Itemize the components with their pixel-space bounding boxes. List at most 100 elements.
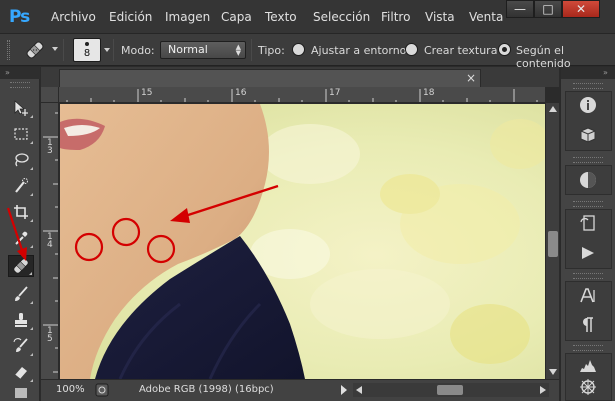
brush-tip-icon bbox=[85, 42, 89, 46]
tool-submenu-indicator bbox=[29, 272, 32, 275]
radio-create-texture[interactable] bbox=[405, 43, 418, 56]
horizontal-ruler[interactable]: 15 16 17 18 bbox=[59, 87, 545, 103]
marquee-tool[interactable] bbox=[8, 123, 34, 145]
info-panel-button[interactable] bbox=[573, 93, 603, 117]
menu-imagen[interactable]: Imagen bbox=[165, 10, 210, 24]
panel-dock-grip[interactable] bbox=[573, 273, 603, 279]
minimize-button[interactable]: — bbox=[506, 0, 534, 18]
menu-archivo[interactable]: Archivo bbox=[51, 10, 96, 24]
status-menu-arrow-icon[interactable] bbox=[341, 385, 347, 395]
document-tab[interactable]: × bbox=[59, 69, 481, 87]
maximize-icon: □ bbox=[542, 2, 554, 16]
radio-proximity-match[interactable] bbox=[292, 43, 305, 56]
ruler-label: 1 4 bbox=[47, 232, 53, 250]
ruler-label: 16 bbox=[235, 88, 247, 98]
clone-stamp-tool[interactable] bbox=[8, 309, 34, 331]
menu-filtro[interactable]: Filtro bbox=[381, 10, 410, 24]
adjustments-icon bbox=[580, 172, 596, 188]
ruler-origin[interactable] bbox=[41, 87, 59, 103]
gradient-tool[interactable] bbox=[8, 385, 34, 401]
brush-tool[interactable] bbox=[8, 283, 34, 305]
mode-label: Modo: bbox=[121, 44, 155, 57]
3d-cube-icon bbox=[580, 127, 596, 143]
menu-texto[interactable]: Texto bbox=[265, 10, 297, 24]
scroll-down-icon[interactable] bbox=[549, 369, 557, 375]
adjustments-panel-button[interactable] bbox=[573, 168, 603, 192]
mode-value: Normal bbox=[168, 43, 208, 56]
tool-submenu-indicator bbox=[30, 327, 33, 330]
menu-vista[interactable]: Vista bbox=[425, 10, 455, 24]
photo bbox=[60, 104, 545, 379]
paragraph-panel-button[interactable] bbox=[573, 313, 603, 337]
paragraph-icon bbox=[583, 317, 593, 332]
actions-panel-button[interactable] bbox=[573, 241, 603, 265]
history-brush-tool[interactable] bbox=[8, 335, 34, 357]
menu-bar: Ps Archivo Edición Imagen Capa Texto Sel… bbox=[0, 0, 615, 34]
navigator-panel-button[interactable] bbox=[573, 375, 603, 399]
ruler-label: 15 bbox=[141, 88, 153, 98]
close-button[interactable]: ✕ bbox=[562, 0, 600, 18]
radio-label-proximity: Ajustar a entorno bbox=[311, 44, 407, 57]
vertical-scrollbar[interactable] bbox=[545, 103, 559, 379]
scroll-up-icon[interactable] bbox=[549, 106, 557, 112]
eraser-tool[interactable] bbox=[8, 361, 34, 383]
move-tool[interactable] bbox=[8, 97, 34, 119]
chevron-down-icon[interactable] bbox=[104, 48, 110, 52]
photoshop-logo: Ps bbox=[9, 7, 30, 27]
annotation-arrow-red-toolbar bbox=[6, 207, 27, 261]
close-document-icon[interactable]: × bbox=[466, 71, 476, 85]
panel-dock-grip[interactable] bbox=[573, 157, 603, 163]
menu-seleccion[interactable]: Selección bbox=[313, 10, 370, 24]
document-info-icon[interactable] bbox=[95, 383, 109, 397]
scroll-left-icon[interactable] bbox=[356, 386, 362, 394]
brush-icon bbox=[15, 286, 28, 301]
panel-dock-grip[interactable] bbox=[573, 83, 603, 89]
actions-play-icon bbox=[582, 247, 594, 259]
history-panel-button[interactable] bbox=[573, 211, 603, 235]
vertical-scroll-thumb[interactable] bbox=[548, 231, 558, 257]
history-icon bbox=[580, 215, 595, 231]
history-brush-icon bbox=[13, 338, 28, 352]
panel-dock-collapse[interactable]: » bbox=[561, 67, 615, 79]
tools-panel-collapse[interactable]: » bbox=[0, 67, 40, 79]
tools-panel-grip[interactable] bbox=[10, 82, 30, 88]
panel-dock-grip[interactable] bbox=[573, 201, 603, 207]
scroll-right-icon[interactable] bbox=[540, 386, 546, 394]
info-icon bbox=[580, 97, 596, 113]
3d-panel-button[interactable] bbox=[573, 123, 603, 147]
zoom-level[interactable]: 100% bbox=[56, 384, 85, 395]
radio-content-aware[interactable] bbox=[498, 43, 511, 56]
options-grip[interactable] bbox=[7, 40, 10, 60]
mode-select[interactable]: Normal ▲ ▼ bbox=[160, 41, 246, 59]
vertical-ruler[interactable]: 1 3 1 4 1 5 bbox=[41, 103, 59, 379]
stamp-icon bbox=[15, 313, 27, 327]
menu-capa[interactable]: Capa bbox=[221, 10, 252, 24]
histogram-icon bbox=[580, 360, 596, 372]
lasso-icon bbox=[15, 153, 29, 167]
divider bbox=[63, 39, 64, 61]
brush-size-picker[interactable]: 8 bbox=[73, 38, 101, 62]
options-bar: 8 Modo: Normal ▲ ▼ Tipo: Ajustar a entorn… bbox=[0, 34, 615, 70]
horizontal-scroll-thumb[interactable] bbox=[437, 385, 463, 395]
menu-edicion[interactable]: Edición bbox=[109, 10, 152, 24]
lasso-tool[interactable] bbox=[8, 149, 34, 171]
tools-panel: » bbox=[0, 67, 40, 401]
character-panel-button[interactable] bbox=[573, 283, 603, 307]
histogram-panel-button[interactable] bbox=[573, 353, 603, 377]
panel-dock: » bbox=[560, 67, 615, 401]
tool-preset-picker[interactable] bbox=[20, 38, 50, 62]
document-canvas[interactable] bbox=[60, 104, 545, 379]
tool-submenu-indicator bbox=[30, 301, 33, 304]
tool-submenu-indicator bbox=[30, 193, 33, 196]
quick-selection-tool[interactable] bbox=[8, 175, 34, 197]
status-bar: 100% Adobe RGB (1998) (16bpc) bbox=[41, 379, 559, 401]
horizontal-scrollbar[interactable] bbox=[353, 383, 549, 397]
rectangular-marquee-icon bbox=[14, 128, 28, 140]
chevron-down-icon[interactable] bbox=[52, 47, 58, 51]
menu-ventana[interactable]: Venta bbox=[469, 10, 503, 24]
maximize-button[interactable]: □ bbox=[534, 0, 562, 18]
ruler-ticks bbox=[66, 89, 538, 102]
ruler-label: 17 bbox=[329, 88, 341, 98]
panel-dock-grip[interactable] bbox=[573, 345, 603, 351]
ruler-label: 18 bbox=[423, 88, 435, 98]
